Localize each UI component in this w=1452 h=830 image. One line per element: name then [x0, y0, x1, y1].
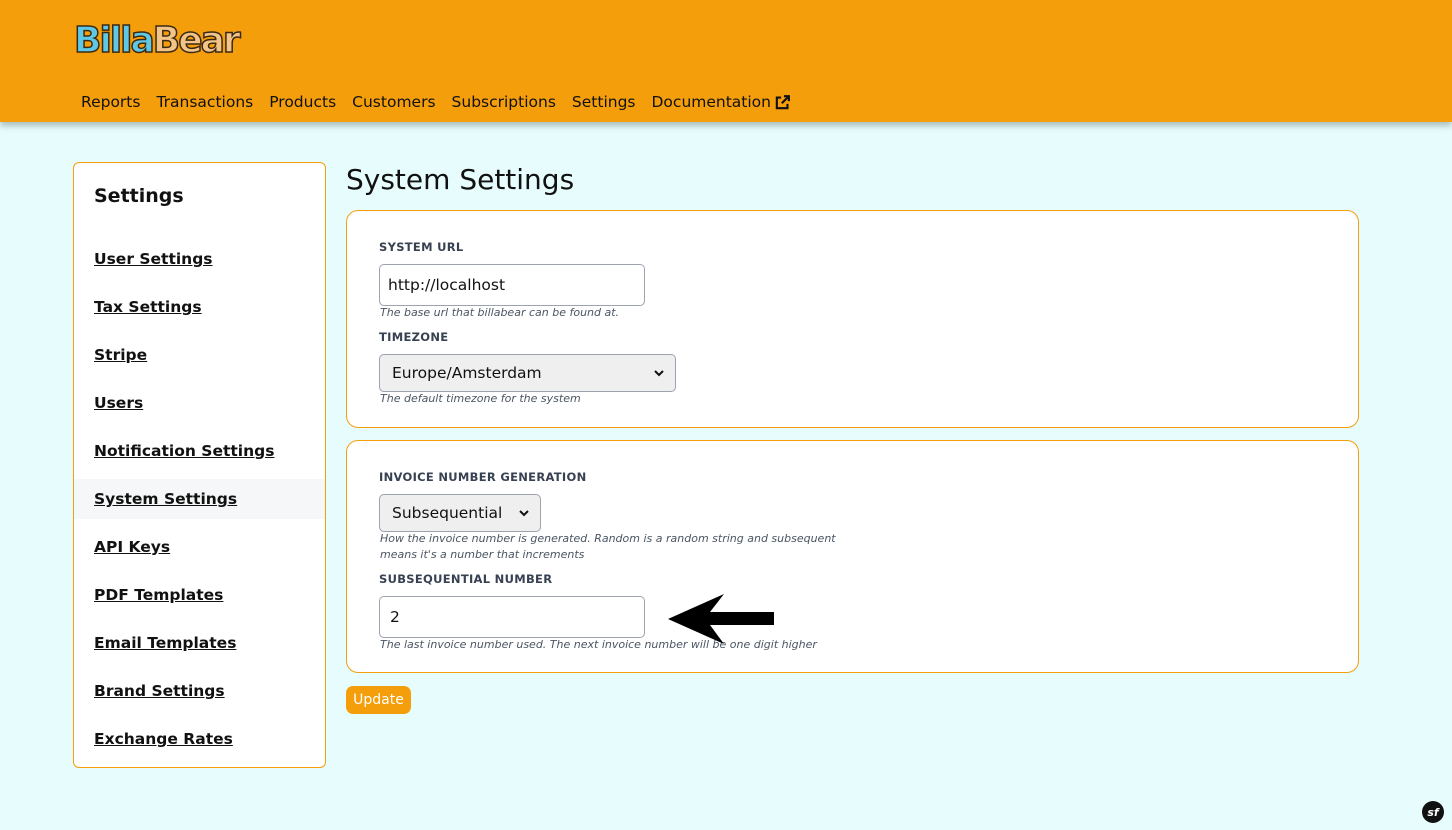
- invoice-generation-help-line1: How the invoice number is generated. Ran…: [380, 532, 836, 545]
- invoice-generation-select[interactable]: Subsequential: [379, 494, 541, 532]
- nav-reports[interactable]: Reports: [81, 92, 140, 112]
- nav-settings[interactable]: Settings: [572, 92, 636, 112]
- timezone-select[interactable]: Europe/Amsterdam: [379, 354, 676, 392]
- system-url-help: The base url that billabear can be found…: [380, 306, 620, 319]
- main-nav: Reports Transactions Products Customers …: [81, 92, 807, 112]
- sidebar-item-users[interactable]: Users: [74, 383, 325, 423]
- settings-sidebar: Settings User Settings Tax Settings Stri…: [73, 162, 326, 768]
- chevron-down-icon: [519, 510, 529, 517]
- subsequential-number-input[interactable]: 2: [379, 596, 645, 638]
- invoice-card: INVOICE NUMBER GENERATION Subsequential …: [346, 440, 1359, 673]
- timezone-help: The default timezone for the system: [380, 392, 581, 405]
- sidebar-title: Settings: [94, 185, 184, 207]
- symfony-icon[interactable]: sf: [1422, 801, 1444, 823]
- subsequential-number-label: SUBSEQUENTIAL NUMBER: [379, 572, 553, 586]
- timezone-value: Europe/Amsterdam: [392, 364, 542, 382]
- nav-customers[interactable]: Customers: [352, 92, 435, 112]
- nav-documentation[interactable]: Documentation: [652, 92, 792, 112]
- system-card: SYSTEM URL http://localhost The base url…: [346, 210, 1359, 428]
- nav-transactions[interactable]: Transactions: [156, 92, 253, 112]
- invoice-generation-value: Subsequential: [392, 504, 503, 522]
- external-link-icon: [775, 94, 790, 109]
- invoice-generation-label: INVOICE NUMBER GENERATION: [379, 470, 587, 484]
- sidebar-item-brand-settings[interactable]: Brand Settings: [74, 671, 325, 711]
- billabear-logo[interactable]: BillaBear: [73, 19, 241, 62]
- top-header: BillaBear Reports Transactions Products …: [0, 0, 1452, 122]
- page-title: System Settings: [346, 163, 575, 196]
- arrow-left-icon: [668, 594, 774, 644]
- update-button[interactable]: Update: [346, 686, 411, 714]
- sidebar-item-stripe[interactable]: Stripe: [74, 335, 325, 375]
- system-url-label: SYSTEM URL: [379, 240, 464, 254]
- chevron-down-icon: [654, 370, 664, 377]
- sidebar-item-pdf-templates[interactable]: PDF Templates: [74, 575, 325, 615]
- sidebar-item-email-templates[interactable]: Email Templates: [74, 623, 325, 663]
- system-url-input[interactable]: http://localhost: [379, 264, 645, 306]
- nav-products[interactable]: Products: [269, 92, 336, 112]
- invoice-generation-help: How the invoice number is generated. Ran…: [380, 531, 836, 563]
- invoice-generation-help-line2: means it's a number that increments: [380, 548, 585, 561]
- sidebar-item-notification-settings[interactable]: Notification Settings: [74, 431, 325, 471]
- nav-documentation-label: Documentation: [651, 93, 772, 111]
- timezone-label: TIMEZONE: [379, 330, 449, 344]
- nav-subscriptions[interactable]: Subscriptions: [452, 92, 556, 112]
- sidebar-item-tax-settings[interactable]: Tax Settings: [74, 287, 325, 327]
- sidebar-item-exchange-rates[interactable]: Exchange Rates: [74, 719, 325, 759]
- sidebar-item-api-keys[interactable]: API Keys: [74, 527, 325, 567]
- sidebar-item-user-settings[interactable]: User Settings: [74, 239, 325, 279]
- sidebar-item-system-settings[interactable]: System Settings: [74, 479, 325, 519]
